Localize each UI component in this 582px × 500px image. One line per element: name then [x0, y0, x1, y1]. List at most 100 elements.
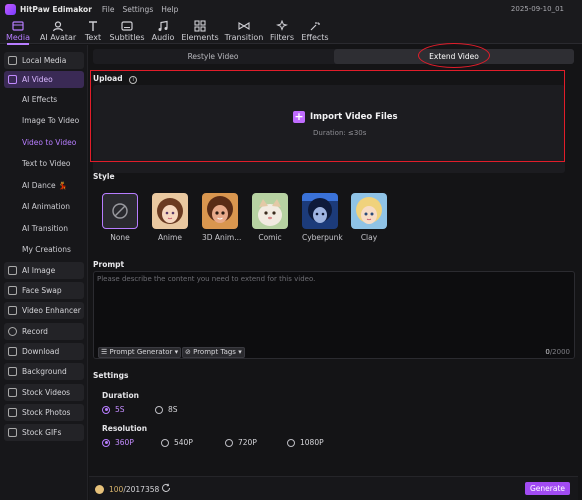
menu-file[interactable]: File [102, 5, 115, 14]
coin-icon [95, 485, 104, 494]
toolbar-elements[interactable]: Elements [181, 19, 219, 44]
tab-extend-video[interactable]: Extend Video [334, 49, 574, 64]
transition-icon [238, 22, 250, 30]
toolbar-filters[interactable]: Filters [270, 19, 294, 44]
title-bar: HitPaw Edimakor File Settings Help 2025-… [0, 0, 582, 18]
toolbar-audio[interactable]: Audio [151, 19, 175, 44]
prompt-generator-button[interactable]: ☰ Prompt Generator ▾ [98, 347, 182, 358]
prompt-generator-icon: ☰ [101, 348, 108, 356]
style-item-anime[interactable]: Anime [152, 193, 188, 242]
sidebar-sub-ai-effects[interactable]: AI Effects [22, 95, 57, 104]
style-item-clay[interactable]: Clay [351, 193, 387, 242]
resolution-360p-radio[interactable]: 360P [102, 438, 134, 447]
toolbar-ai-avatar[interactable]: AI Avatar [40, 19, 76, 44]
style-title: Style [93, 172, 115, 181]
sidebar-item-local-media[interactable]: Local Media [4, 52, 84, 69]
prompt-tags-button[interactable]: ⊘ Prompt Tags ▾ [182, 347, 245, 358]
toolbar-media[interactable]: Media [5, 19, 31, 45]
radio-icon [155, 405, 163, 414]
main-toolbar: Media AI Avatar Text Subtitles Audio Ele… [0, 18, 582, 45]
sidebar-sub-image-to-video[interactable]: Image To Video [22, 116, 79, 125]
resolution-label: Resolution [102, 424, 148, 433]
menu-help[interactable]: Help [161, 5, 178, 14]
sidebar-item-face-swap[interactable]: Face Swap [4, 282, 84, 299]
toolbar-effects[interactable]: Effects [301, 19, 329, 44]
sidebar-item-video-enhancer[interactable]: Video Enhancer [4, 302, 84, 319]
app-logo-icon [5, 3, 16, 15]
enhancer-icon [8, 306, 17, 315]
prompt-placeholder: Please describe the content you need to … [97, 275, 316, 283]
tag-icon: ⊘ [185, 348, 191, 356]
sidebar-item-stock-photos[interactable]: Stock Photos [4, 404, 84, 421]
style-label: None [110, 233, 130, 242]
ai-video-icon [8, 75, 17, 84]
duration-5s-radio[interactable]: 5S [102, 405, 125, 414]
sidebar-sub-ai-animation[interactable]: AI Animation [22, 202, 70, 211]
style-label: Anime [158, 233, 182, 242]
resolution-540p-radio[interactable]: 540P [161, 438, 193, 447]
resolution-1080p-radio[interactable]: 1080P [287, 438, 324, 447]
radio-icon [287, 438, 295, 447]
effects-icon [310, 22, 320, 31]
stock-videos-icon [8, 388, 17, 397]
toolbar-subtitles[interactable]: Subtitles [109, 19, 145, 44]
toolbar-transition[interactable]: Transition [225, 19, 263, 44]
sidebar-item-stock-gifs[interactable]: Stock GIFs [4, 424, 84, 441]
prompt-textarea[interactable]: Please describe the content you need to … [93, 271, 575, 359]
prompt-char-count: 0/2000 [545, 348, 570, 356]
style-item-cyberpunk[interactable]: Cyberpunk [302, 193, 343, 242]
radio-selected-icon [102, 438, 110, 447]
radio-icon [225, 438, 233, 447]
plus-icon[interactable]: + [293, 111, 305, 123]
toolbar-text[interactable]: Text [83, 19, 103, 44]
refresh-icon[interactable] [161, 483, 171, 493]
style-item-none[interactable]: None [102, 193, 138, 242]
generate-button[interactable]: Generate [525, 482, 570, 495]
text-icon [89, 21, 97, 31]
credits-counter: 100/2017358 [109, 485, 160, 494]
style-item-3d-animation[interactable]: 3D Anim... [202, 193, 242, 242]
sidebar-sub-ai-transition[interactable]: AI Transition [22, 224, 68, 233]
sidebar-item-background[interactable]: Background [4, 363, 84, 380]
menu-settings[interactable]: Settings [122, 5, 153, 14]
style-label: Cyberpunk [302, 233, 343, 242]
sidebar-item-record[interactable]: Record [4, 323, 84, 340]
upload-dropzone[interactable]: + Import Video Files Duration: ≤30s [93, 85, 565, 173]
sidebar-item-ai-video[interactable]: AI Video [4, 71, 84, 88]
info-icon[interactable]: i [129, 76, 138, 84]
anime-thumbnail [152, 193, 188, 229]
settings-title: Settings [93, 371, 129, 380]
sidebar-sub-video-to-video[interactable]: Video to Video [22, 138, 76, 147]
background-icon [8, 367, 17, 376]
sidebar: Local Media AI Video AI Effects Image To… [0, 45, 88, 500]
style-label: 3D Anim... [202, 233, 242, 242]
sidebar-sub-ai-dance[interactable]: AI Dance 💃 [22, 181, 67, 190]
style-label: Clay [360, 233, 378, 242]
duration-label: Duration [102, 391, 139, 400]
radio-selected-icon [102, 405, 110, 414]
app-title: HitPaw Edimakor [20, 4, 92, 14]
style-item-comic[interactable]: Comic [252, 193, 288, 242]
sidebar-item-stock-videos[interactable]: Stock Videos [4, 384, 84, 401]
main-panel: Restyle Video Extend Video Upload i + Im… [89, 45, 578, 500]
media-icon [12, 21, 24, 31]
sidebar-item-download[interactable]: Download [4, 343, 84, 360]
comic-thumbnail [252, 193, 288, 229]
upload-duration-hint: Duration: ≤30s [313, 129, 367, 137]
import-video-files-button[interactable]: Import Video Files [310, 112, 398, 122]
sidebar-item-ai-image[interactable]: AI Image [4, 262, 84, 279]
radio-icon [161, 438, 169, 447]
ai-image-icon [8, 266, 17, 275]
style-list: None Anime 3D Anim... Comic Cyberpunk Cl… [102, 193, 402, 243]
cyberpunk-thumbnail [302, 193, 338, 229]
face-swap-icon [8, 286, 17, 295]
3d-animation-thumbnail [202, 193, 238, 229]
style-label: Comic [258, 233, 282, 242]
project-date: 2025-09-10_01 [510, 5, 564, 13]
sidebar-sub-my-creations[interactable]: My Creations [22, 245, 71, 254]
resolution-720p-radio[interactable]: 720P [225, 438, 257, 447]
sidebar-sub-text-to-video[interactable]: Text to Video [22, 159, 70, 168]
tab-restyle-video[interactable]: Restyle Video [93, 49, 333, 64]
record-icon [8, 327, 17, 336]
duration-8s-radio[interactable]: 8S [155, 405, 178, 414]
